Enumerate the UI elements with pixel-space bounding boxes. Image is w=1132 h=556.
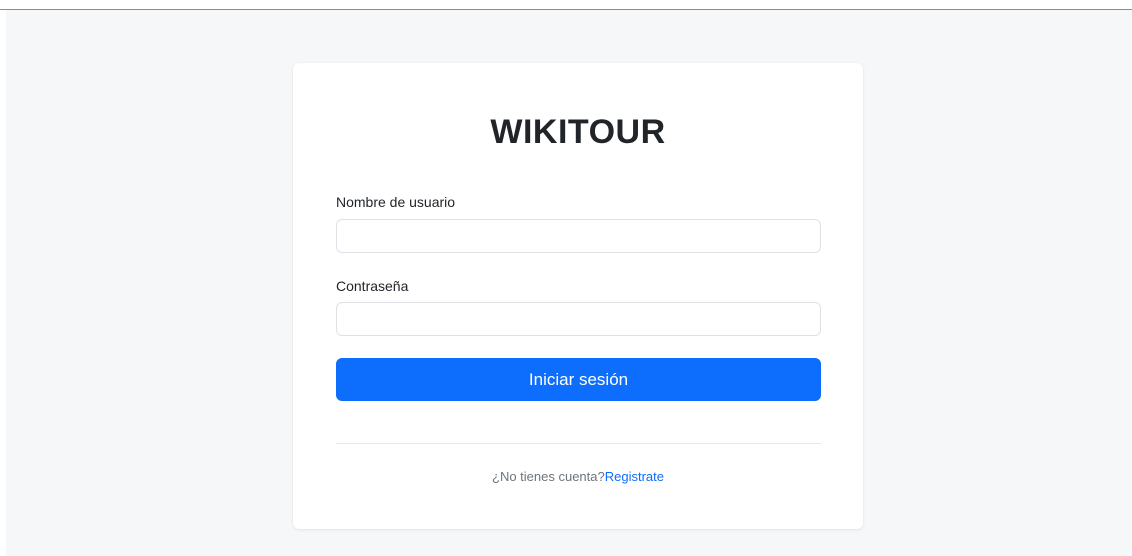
register-prompt: ¿No tienes cuenta?Registrate: [293, 468, 863, 486]
login-card: WIKITOUR Nombre de usuario Contraseña In…: [293, 63, 863, 529]
top-window-border: [0, 0, 1132, 10]
username-label: Nombre de usuario: [336, 194, 456, 210]
register-link[interactable]: Registrate: [605, 469, 664, 484]
login-button[interactable]: Iniciar sesión: [336, 358, 821, 401]
card-divider: [336, 443, 821, 444]
no-account-text: ¿No tienes cuenta?: [492, 469, 605, 484]
password-input[interactable]: [336, 302, 821, 336]
app-title: WIKITOUR: [490, 113, 666, 151]
password-label: Contraseña: [336, 278, 409, 294]
page-background: WIKITOUR Nombre de usuario Contraseña In…: [6, 10, 1132, 556]
username-input[interactable]: [336, 219, 821, 253]
